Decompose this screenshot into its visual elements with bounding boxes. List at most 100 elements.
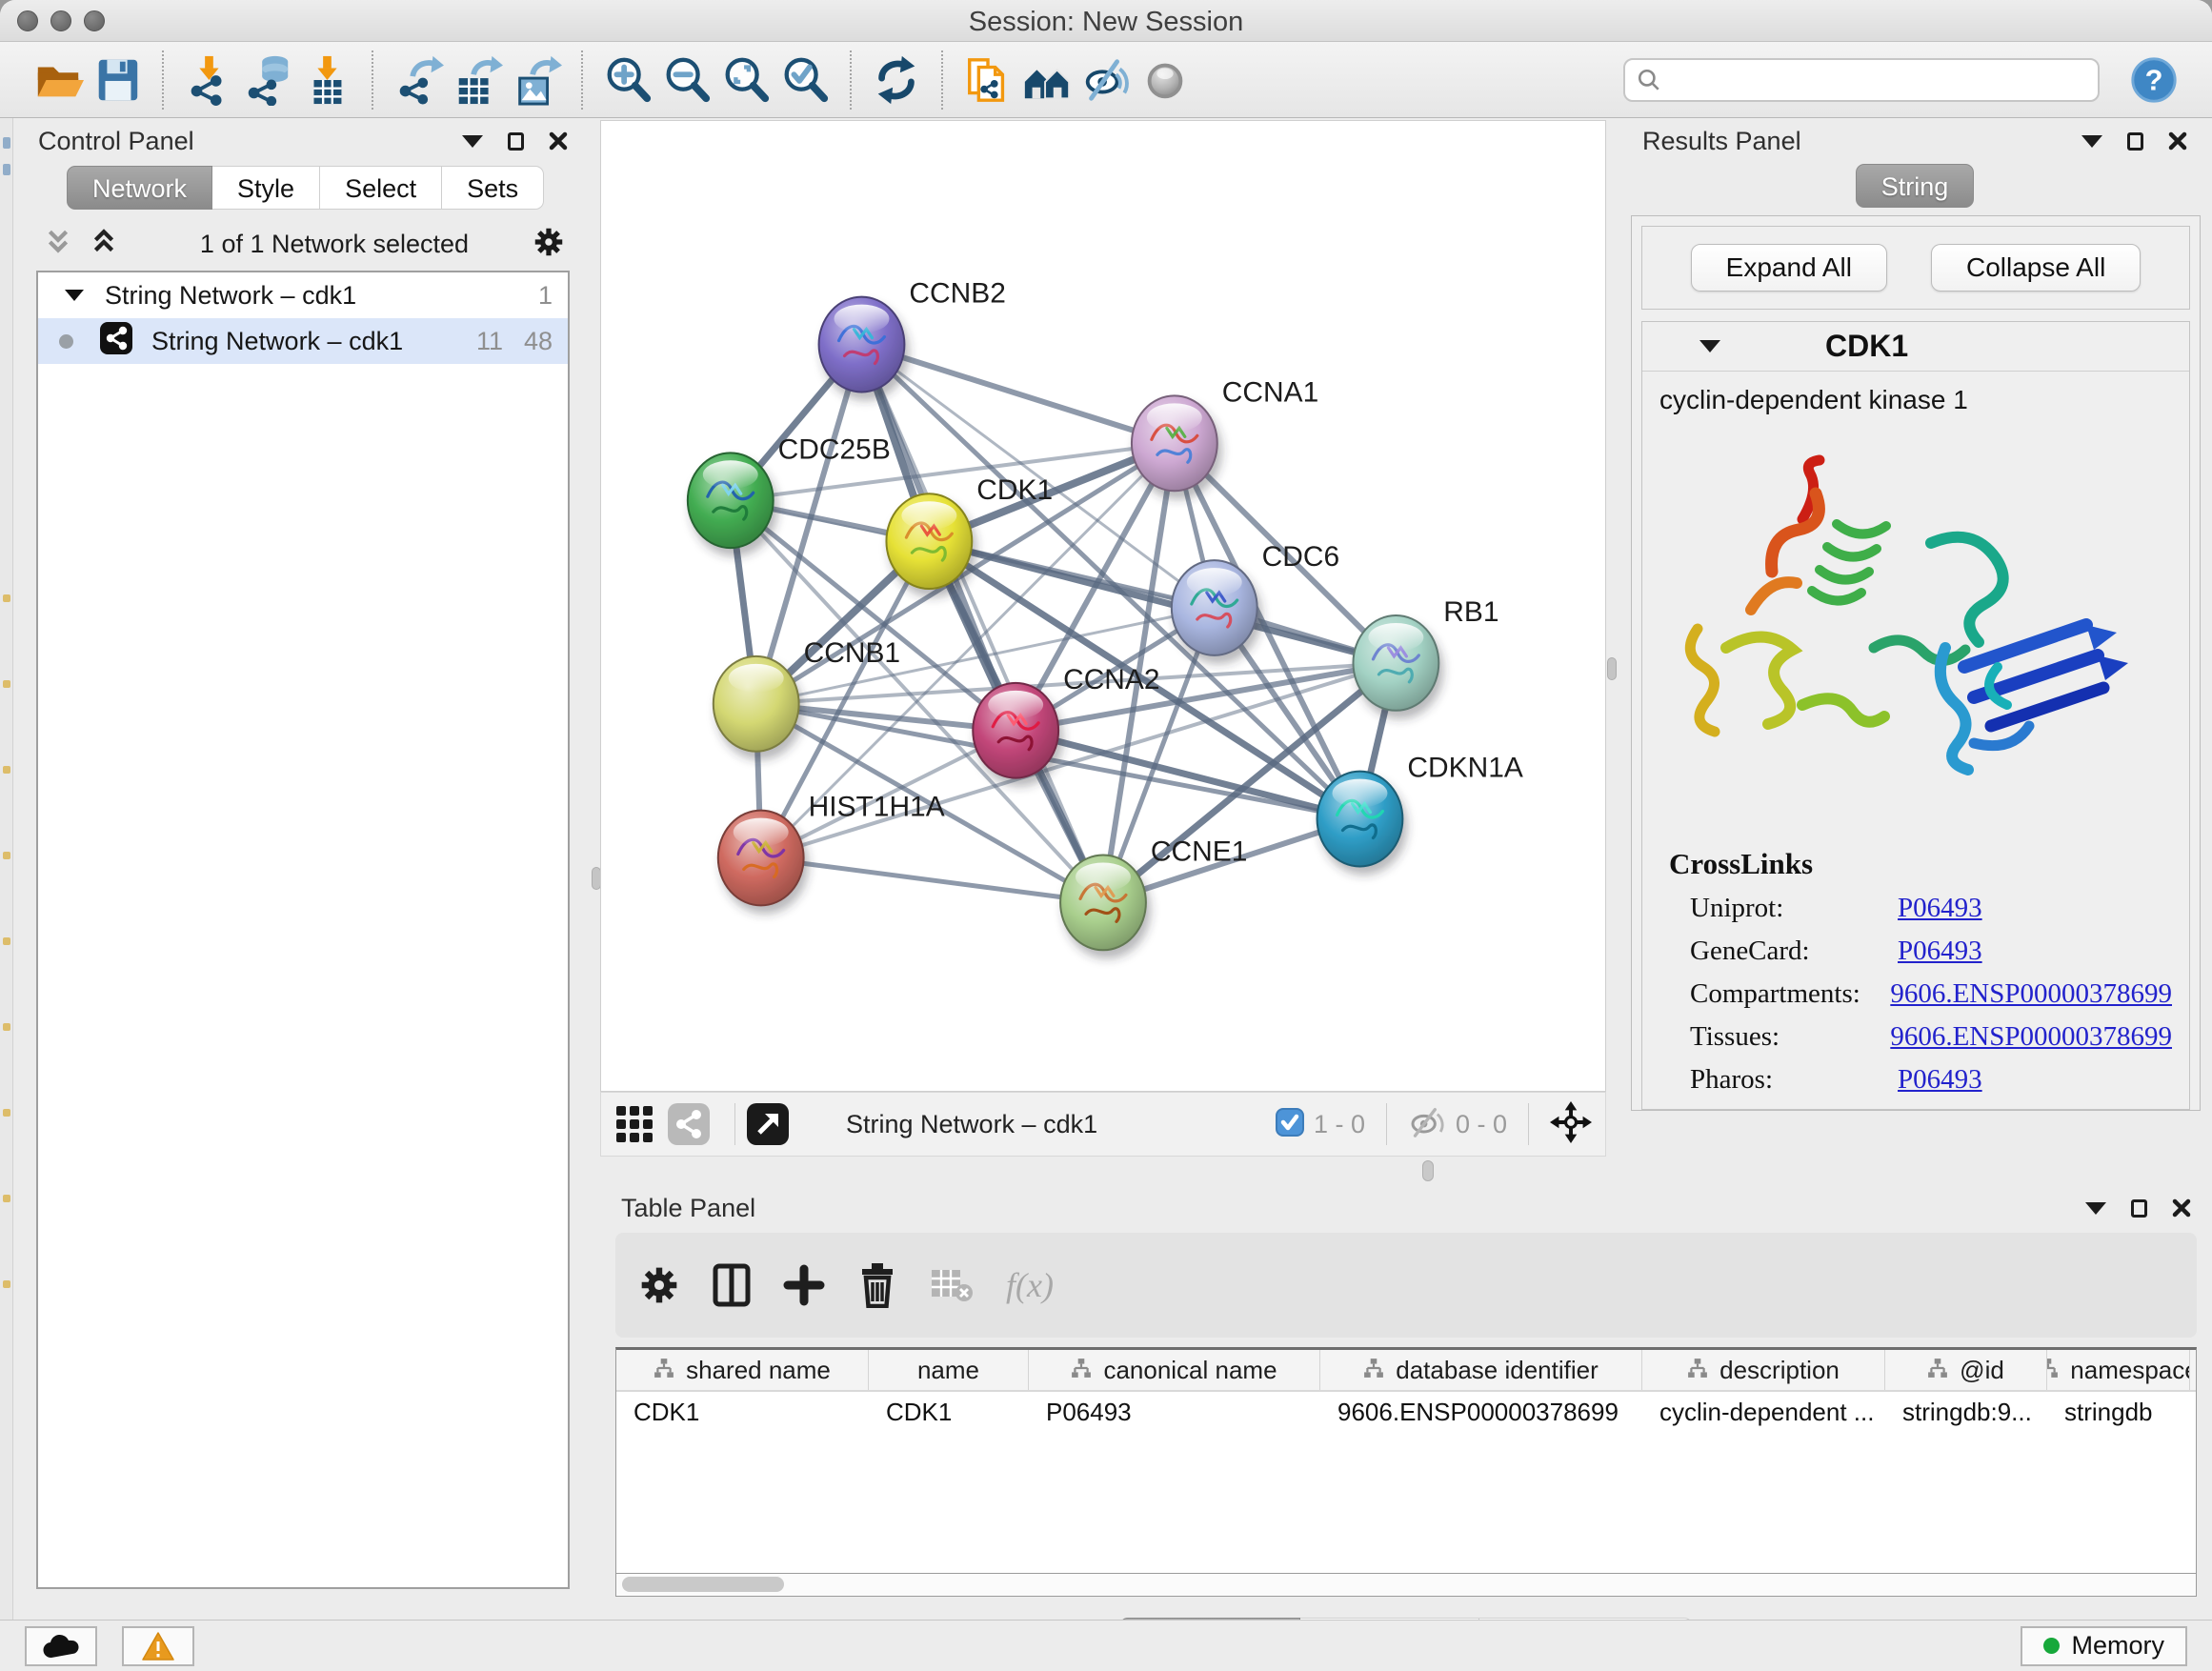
hidden-eye-icon[interactable] xyxy=(1408,1106,1446,1143)
network-node[interactable]: RB1 xyxy=(1353,596,1498,711)
zoom-in-icon xyxy=(602,54,654,106)
crosslink-link[interactable]: P06493 xyxy=(1898,936,1982,967)
panel-menu-icon[interactable] xyxy=(462,135,483,148)
gene-expander-icon[interactable] xyxy=(1699,340,1720,352)
collapse-all-button[interactable]: Collapse All xyxy=(1931,244,2141,292)
hide-graphics-button[interactable] xyxy=(1076,49,1136,111)
horizontal-splitter[interactable] xyxy=(600,1157,2212,1187)
export-image-button[interactable] xyxy=(507,49,566,111)
network-row[interactable]: String Network – cdk1 11 48 xyxy=(38,318,568,364)
left-splitter[interactable] xyxy=(593,118,600,1620)
crosslink-link[interactable]: P06493 xyxy=(1898,893,1982,924)
column-namespace-icon xyxy=(1363,1356,1384,1385)
search-input[interactable] xyxy=(1661,65,2086,94)
expand-all-button[interactable]: Expand All xyxy=(1691,244,1887,292)
network-graph[interactable]: CCNB2CCNA1CDC25BCDK1CDC6RB1CCNB1CCNA2CDK… xyxy=(601,121,1605,1091)
table-h-scrollbar[interactable] xyxy=(615,1574,2197,1597)
left-edge-strip xyxy=(0,118,13,1620)
column-label: @id xyxy=(1960,1356,2004,1385)
warnings-button[interactable] xyxy=(122,1626,194,1666)
delete-column-trash-icon[interactable] xyxy=(857,1262,897,1308)
scrollbar-thumb[interactable] xyxy=(622,1577,784,1592)
collection-label: String Network – cdk1 xyxy=(105,281,503,311)
open-session-button[interactable] xyxy=(29,49,88,111)
export-network-button[interactable] xyxy=(389,49,448,111)
save-session-button[interactable] xyxy=(88,49,147,111)
network-node[interactable]: CCNB2 xyxy=(819,278,1006,393)
column-header-database-identifier[interactable]: database identifier xyxy=(1320,1350,1642,1390)
memory-button[interactable]: Memory xyxy=(2021,1626,2187,1666)
right-splitter-handle[interactable] xyxy=(1607,657,1617,680)
tab-network[interactable]: Network xyxy=(67,166,212,210)
zoom-selected-button[interactable] xyxy=(775,49,835,111)
column-header-description[interactable]: description xyxy=(1642,1350,1885,1390)
grid-mode-icon[interactable] xyxy=(614,1104,654,1144)
node-label: CCNE1 xyxy=(1151,836,1247,867)
status-bar: Memory xyxy=(0,1620,2212,1671)
help-button[interactable]: ? xyxy=(2124,49,2183,111)
panel-menu-icon[interactable] xyxy=(2085,1202,2106,1215)
gene-section-header[interactable]: CDK1 xyxy=(1642,322,2189,372)
panel-close-icon[interactable] xyxy=(2168,131,2187,151)
crosslink-link[interactable]: P06493 xyxy=(1898,1064,1982,1096)
crosslink-link[interactable]: 9606.ENSP00000378699 xyxy=(1890,1021,2172,1053)
apply-layout-button[interactable] xyxy=(867,49,926,111)
database-import-icon xyxy=(242,54,293,106)
panel-float-icon[interactable] xyxy=(2127,132,2143,151)
zoom-in-button[interactable] xyxy=(598,49,657,111)
network-node[interactable]: CDC25B xyxy=(688,433,891,548)
collapse-all-icon[interactable] xyxy=(46,228,70,261)
network-canvas[interactable]: CCNB2CCNA1CDC25BCDK1CDC6RB1CCNB1CCNA2CDK… xyxy=(600,120,1606,1092)
birds-eye-view-icon[interactable] xyxy=(1550,1101,1592,1148)
network-node[interactable]: CCNA1 xyxy=(1132,376,1318,491)
column-header-@id[interactable]: @id xyxy=(1885,1350,2047,1390)
cloud-status-button[interactable] xyxy=(25,1626,97,1666)
home-button[interactable] xyxy=(1017,49,1076,111)
node-table[interactable]: shared namenamecanonical namedatabase id… xyxy=(615,1347,2197,1574)
panel-close-icon[interactable] xyxy=(549,131,568,151)
panel-close-icon[interactable] xyxy=(2172,1198,2191,1218)
share-network-icon[interactable] xyxy=(668,1103,710,1145)
houses-icon xyxy=(1021,54,1073,106)
import-network-file-button[interactable] xyxy=(179,49,238,111)
eye-slash-icon xyxy=(1080,54,1132,106)
tab-sets[interactable]: Sets xyxy=(442,166,544,210)
horizontal-splitter-handle[interactable] xyxy=(1422,1160,1434,1181)
clone-network-button[interactable] xyxy=(958,49,1017,111)
network-node[interactable]: CDKN1A xyxy=(1317,753,1523,867)
network-edge[interactable] xyxy=(761,857,1103,902)
network-collection-row[interactable]: String Network – cdk1 1 xyxy=(38,272,568,318)
panel-menu-icon[interactable] xyxy=(2081,135,2102,148)
network-node[interactable]: HIST1H1A xyxy=(718,792,945,906)
global-search[interactable] xyxy=(1623,58,2100,102)
level-of-detail-button[interactable] xyxy=(1136,49,1195,111)
network-node[interactable]: CCNE1 xyxy=(1060,836,1247,950)
network-options-gear-icon[interactable] xyxy=(532,225,566,264)
tab-string[interactable]: String xyxy=(1856,164,1975,208)
column-header-namespace[interactable]: namespace xyxy=(2047,1350,2190,1390)
show-columns-icon[interactable] xyxy=(713,1263,751,1307)
import-table-file-button[interactable] xyxy=(297,49,356,111)
expand-all-icon[interactable] xyxy=(91,228,116,261)
export-table-button[interactable] xyxy=(448,49,507,111)
open-in-window-icon[interactable] xyxy=(747,1103,789,1145)
table-settings-gear-icon[interactable] xyxy=(638,1264,680,1306)
add-column-icon[interactable] xyxy=(783,1264,825,1306)
zoom-fit-button[interactable] xyxy=(716,49,775,111)
network-edge[interactable] xyxy=(861,345,1174,444)
crosslink-link[interactable]: 9606.ENSP00000378699 xyxy=(1890,978,2172,1010)
column-header-shared-name[interactable]: shared name xyxy=(616,1350,869,1390)
import-network-database-button[interactable] xyxy=(238,49,297,111)
right-splitter[interactable] xyxy=(1606,118,1618,1157)
tab-select[interactable]: Select xyxy=(320,166,442,210)
selected-checkbox-icon[interactable] xyxy=(1276,1108,1304,1141)
collection-expander-icon[interactable] xyxy=(65,290,84,301)
tab-style[interactable]: Style xyxy=(212,166,320,210)
panel-float-icon[interactable] xyxy=(2131,1199,2147,1218)
panel-float-icon[interactable] xyxy=(508,132,524,151)
zoom-out-button[interactable] xyxy=(657,49,716,111)
column-header-name[interactable]: name xyxy=(869,1350,1029,1390)
node-label: CCNA2 xyxy=(1063,664,1159,695)
column-header-canonical-name[interactable]: canonical name xyxy=(1029,1350,1320,1390)
table-row[interactable]: CDK1CDK1P064939606.ENSP00000378699cyclin… xyxy=(616,1392,2196,1432)
